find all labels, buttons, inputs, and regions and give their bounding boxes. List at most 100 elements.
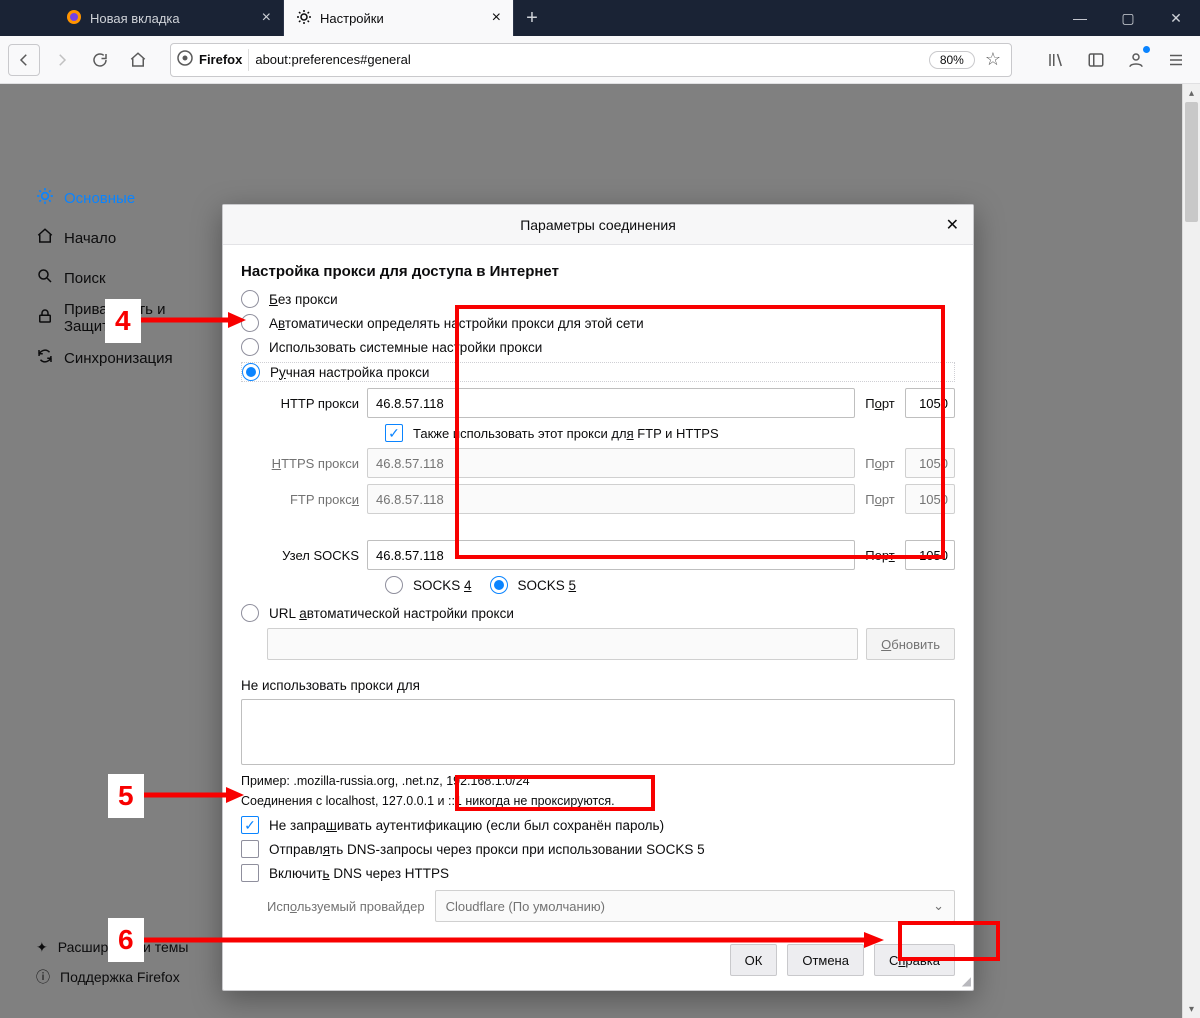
radio-auto-detect[interactable]: Автоматически определять настройки прокс…	[241, 314, 955, 332]
puzzle-icon: ✦	[36, 939, 48, 956]
https-proxy-label: HTTPS прокси	[267, 456, 359, 471]
sidebar-item-label: Поддержка Firefox	[60, 969, 180, 985]
sync-icon	[36, 347, 54, 369]
chk-socks-dns[interactable]: Отправлять DNS-запросы через прокси при …	[241, 840, 955, 858]
https-proxy-row: HTTPS прокси Порт	[267, 448, 955, 478]
maximize-button[interactable]: ▢	[1104, 0, 1152, 36]
option-label: SOCKS 4	[413, 578, 472, 593]
checkbox-label: Включить DNS через HTTPS	[269, 866, 449, 881]
checkbox-label: Не запрашивать аутентификацию (если был …	[269, 818, 664, 833]
pac-reload-button: Обновить	[866, 628, 955, 660]
sidebar-item-home[interactable]: Начало	[36, 218, 220, 258]
url-bar[interactable]: Firefox about:preferences#general 80% ☆	[170, 43, 1012, 77]
option-label: Автоматически определять настройки прокс…	[269, 316, 644, 331]
noproxy-label: Не использовать прокси для	[241, 678, 955, 693]
tab-label: Новая вкладка	[90, 11, 180, 26]
port-label: Порт	[863, 396, 897, 411]
radio-icon	[385, 576, 403, 594]
sidebar-item-general[interactable]: Основные	[36, 178, 220, 218]
checkbox-icon	[241, 816, 259, 834]
newtab-button[interactable]: +	[514, 0, 550, 36]
menu-button[interactable]	[1160, 44, 1192, 76]
annotation-number-4: 4	[105, 299, 141, 343]
radio-system-proxy[interactable]: Использовать системные настройки прокси	[241, 338, 955, 356]
scroll-up-icon[interactable]: ▴	[1183, 84, 1200, 102]
radio-pac-url[interactable]: URL автоматической настройки прокси	[241, 604, 955, 622]
socks-proxy-row: Узел SOCKS Порт	[267, 540, 955, 570]
reload-button[interactable]	[84, 44, 116, 76]
bookmark-star-icon[interactable]: ☆	[981, 49, 1005, 70]
radio-manual-proxy[interactable]: Ручная настройка прокси	[241, 362, 955, 382]
divider	[248, 49, 249, 71]
http-proxy-host[interactable]	[367, 388, 855, 418]
zoom-badge[interactable]: 80%	[929, 51, 975, 69]
library-icon[interactable]	[1040, 44, 1072, 76]
ftp-proxy-label: FTP прокси	[267, 492, 359, 507]
chk-doh[interactable]: Включить DNS через HTTPS	[241, 864, 955, 882]
forward-button[interactable]	[46, 44, 78, 76]
checkbox-label: Отправлять DNS-запросы через прокси при …	[269, 842, 705, 857]
annotation-number-6: 6	[108, 918, 144, 962]
urlbar-address: about:preferences#general	[255, 52, 922, 67]
port-label: Порт	[863, 456, 897, 471]
port-label: Порт	[863, 492, 897, 507]
http-proxy-port[interactable]	[905, 388, 955, 418]
tab-newtab[interactable]: Новая вкладка ×	[54, 0, 284, 36]
account-icon[interactable]	[1120, 44, 1152, 76]
radio-icon	[490, 576, 508, 594]
tab-settings[interactable]: Настройки ×	[284, 0, 514, 36]
radio-socks5[interactable]: SOCKS 5	[490, 576, 577, 594]
scrollbar-thumb[interactable]	[1185, 102, 1198, 222]
help-button[interactable]: Справка	[874, 944, 955, 976]
minimize-button[interactable]: —	[1056, 0, 1104, 36]
close-icon[interactable]: ✕	[946, 215, 959, 235]
tab-label: Настройки	[320, 11, 384, 26]
gear-icon	[36, 187, 54, 209]
ftp-proxy-port	[905, 484, 955, 514]
socks-proxy-host[interactable]	[367, 540, 855, 570]
option-label: URL автоматической настройки прокси	[269, 606, 514, 621]
https-proxy-host	[367, 448, 855, 478]
close-icon[interactable]: ×	[492, 9, 501, 27]
resize-grip-icon[interactable]: ◢	[962, 974, 971, 988]
close-button[interactable]: ✕	[1152, 0, 1200, 36]
port-label: Порт	[863, 548, 897, 563]
sidebar-item-sync[interactable]: Синхронизация	[36, 338, 220, 378]
page-scrollbar[interactable]: ▴ ▾	[1182, 84, 1200, 1018]
radio-icon	[241, 604, 259, 622]
radio-no-proxy[interactable]: Без прокси	[241, 290, 955, 308]
search-icon	[36, 267, 54, 289]
sidebar-item-label: Синхронизация	[64, 350, 173, 367]
checkbox-icon	[241, 840, 259, 858]
socks-proxy-port[interactable]	[905, 540, 955, 570]
option-label: Ручная настройка прокси	[270, 365, 429, 380]
scroll-down-icon[interactable]: ▾	[1183, 1000, 1200, 1018]
firefox-icon	[66, 9, 82, 28]
annotation-arrow-6	[144, 930, 884, 950]
checkbox-icon	[385, 424, 403, 442]
same-proxy-checkbox[interactable]: Также использовать этот прокси для FTP и…	[385, 424, 955, 442]
close-icon[interactable]: ×	[262, 9, 271, 27]
chk-no-auth[interactable]: Не запрашивать аутентификацию (если был …	[241, 816, 955, 834]
firefox-small-icon	[177, 50, 193, 69]
sidebar-item-search[interactable]: Поиск	[36, 258, 220, 298]
noproxy-textarea[interactable]	[241, 699, 955, 765]
sidebar-item-support[interactable]: ⓘ Поддержка Firefox	[36, 962, 188, 992]
manual-proxy-grid: HTTP прокси Порт Также использовать этот…	[267, 388, 955, 594]
back-button[interactable]	[8, 44, 40, 76]
pac-url-input	[267, 628, 858, 660]
prefs-sidebar: Основные Начало Поиск Приватность и Защи…	[0, 108, 220, 1018]
radio-socks4[interactable]: SOCKS 4	[385, 576, 472, 594]
http-proxy-label: HTTP прокси	[267, 396, 359, 411]
ftp-proxy-host	[367, 484, 855, 514]
connection-settings-dialog: Параметры соединения ✕ Настройка прокси …	[222, 204, 974, 991]
sidebar-icon[interactable]	[1080, 44, 1112, 76]
help-icon: ⓘ	[36, 967, 50, 987]
doh-provider-select: Cloudflare (По умолчанию)	[435, 890, 955, 922]
http-proxy-row: HTTP прокси Порт	[267, 388, 955, 418]
annotation-arrow-5	[144, 785, 244, 805]
home-button[interactable]	[122, 44, 154, 76]
provider-label: Используемый провайдер	[267, 899, 425, 914]
dialog-title: Параметры соединения	[520, 217, 676, 233]
sidebar-item-label: Начало	[64, 230, 116, 247]
